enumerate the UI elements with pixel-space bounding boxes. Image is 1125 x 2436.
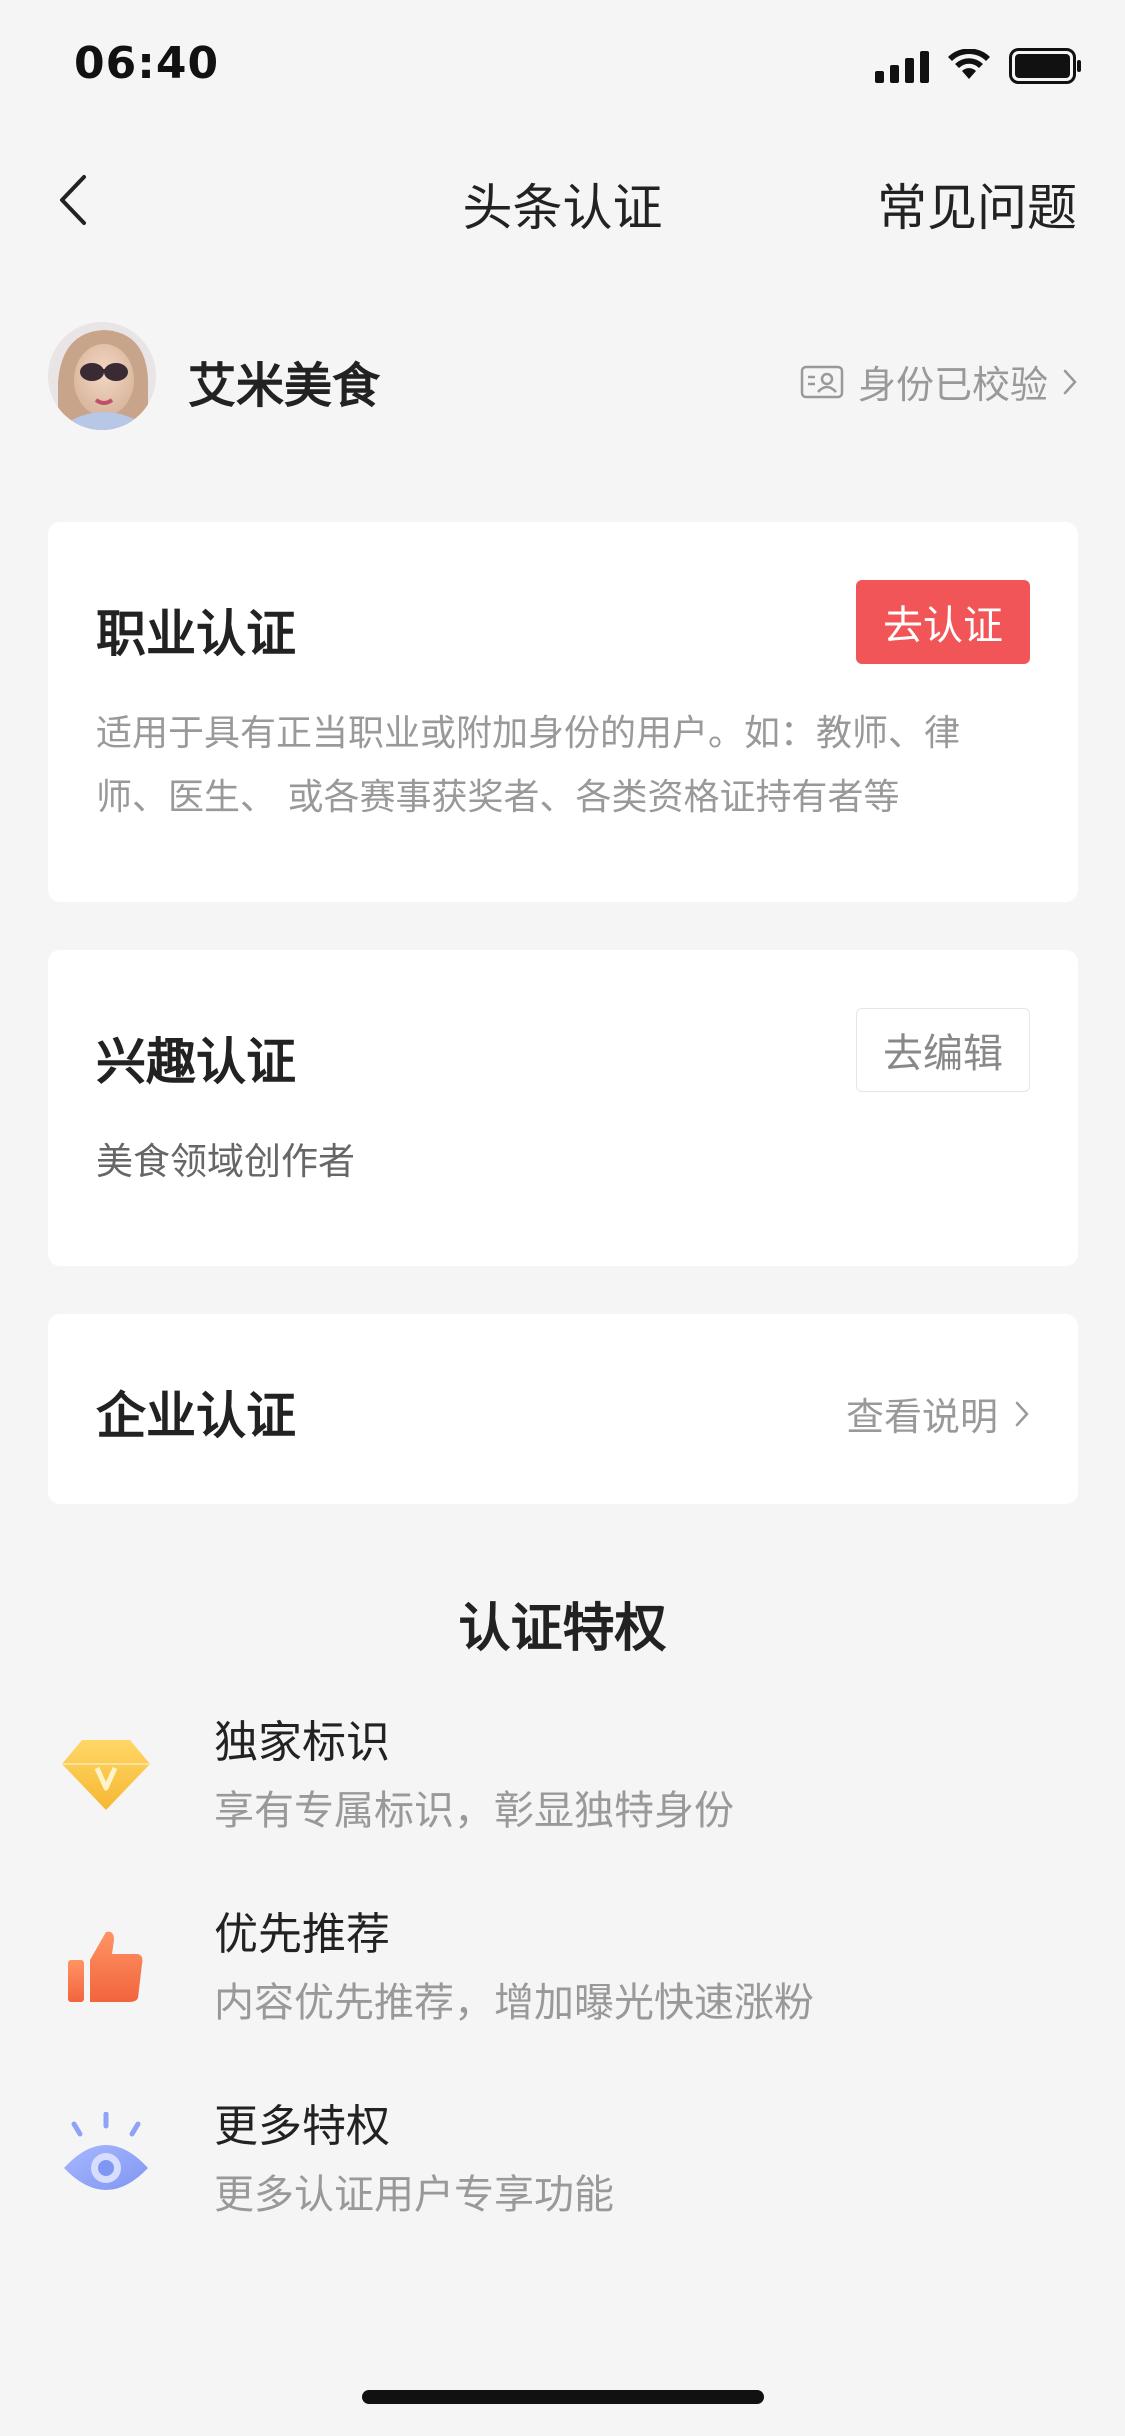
enterprise-verification-card[interactable]: 企业认证 查看说明 (48, 1314, 1078, 1504)
thumbs-up-icon (60, 1920, 152, 2012)
go-edit-button[interactable]: 去编辑 (856, 1008, 1030, 1092)
diamond-v-icon (60, 1728, 152, 1820)
privilege-item: 优先推荐 内容优先推荐，增加曝光快速涨粉 (60, 1898, 1060, 2048)
home-indicator[interactable] (362, 2390, 764, 2404)
nav-bar: 头条认证 常见问题 (0, 150, 1125, 250)
status-bar: 06:40 (0, 0, 1125, 140)
professional-verification-description: 适用于具有正当职业或附加身份的用户。如：教师、律师、医生、 或各赛事获奖者、各类… (96, 713, 961, 818)
go-verify-button[interactable]: 去认证 (856, 580, 1030, 664)
battery-icon (1009, 48, 1081, 84)
chevron-right-icon (1015, 1401, 1029, 1426)
privilege-description: 享有专属标识，彰显独特身份 (214, 1788, 734, 1834)
privileges-section-title: 认证特权 (458, 1599, 667, 1659)
privilege-description: 更多认证用户专享功能 (214, 2172, 614, 2218)
privilege-title: 更多特权 (214, 2101, 390, 2152)
signal-icon (875, 49, 929, 83)
chevron-right-icon (1063, 369, 1077, 394)
id-card-icon (800, 365, 844, 398)
enterprise-verification-title: 企业认证 (96, 1387, 296, 1445)
faq-link[interactable]: 常见问题 (877, 168, 1077, 240)
interest-verification-description: 美食领域创作者 (96, 1140, 355, 1183)
profile-row: 艾米美食 身份已校验 (48, 322, 1078, 432)
eye-icon (60, 2112, 152, 2204)
interest-verification-card: 兴趣认证 去编辑 美食领域创作者 (48, 950, 1078, 1266)
status-icons (875, 48, 1083, 84)
privilege-item: 更多特权 更多认证用户专享功能 (60, 2090, 1060, 2240)
identity-verified-label: 身份已校验 (857, 363, 1048, 407)
interest-verification-title: 兴趣认证 (96, 1033, 296, 1091)
professional-verification-title: 职业认证 (96, 605, 296, 663)
privilege-title: 独家标识 (214, 1717, 390, 1768)
wifi-icon (948, 49, 990, 79)
privilege-description: 内容优先推荐，增加曝光快速涨粉 (214, 1980, 814, 2026)
avatar[interactable] (48, 322, 156, 430)
status-time: 06:40 (74, 38, 220, 89)
view-instructions-label: 查看说明 (845, 1395, 998, 1439)
identity-verified-link[interactable]: 身份已校验 (800, 354, 1078, 409)
professional-verification-card: 职业认证 去认证 适用于具有正当职业或附加身份的用户。如：教师、律师、医生、 或… (48, 522, 1078, 902)
username: 艾米美食 (188, 358, 381, 414)
privilege-title: 优先推荐 (214, 1909, 390, 1960)
privilege-item: 独家标识 享有专属标识，彰显独特身份 (60, 1706, 1060, 1856)
view-instructions-link[interactable]: 查看说明 (846, 1386, 1030, 1441)
